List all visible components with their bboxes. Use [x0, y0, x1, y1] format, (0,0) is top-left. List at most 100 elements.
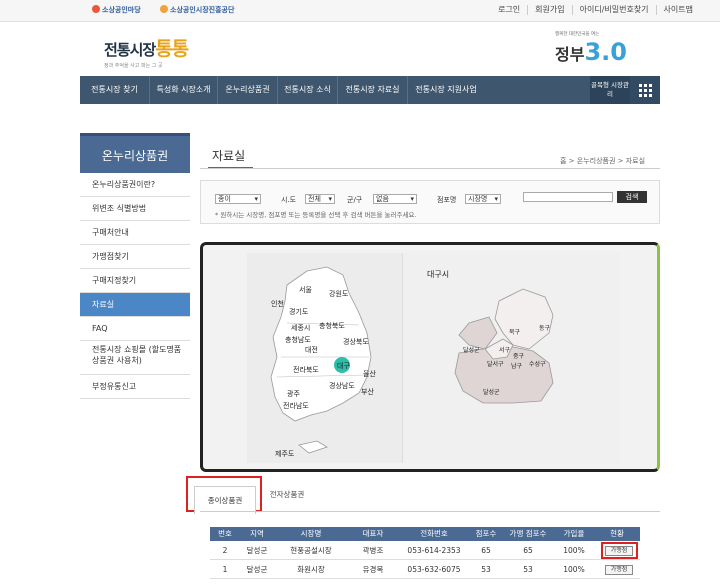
- col-no: 번호: [218, 529, 232, 538]
- cell-stores: 53: [481, 565, 491, 574]
- sidebar-item-archive[interactable]: 자료실: [80, 293, 190, 317]
- search-input[interactable]: [523, 192, 613, 202]
- map-label-chungnam[interactable]: 충청남도: [285, 335, 311, 345]
- sidebar-item-counterfeit[interactable]: 위변조 식별방법: [80, 197, 190, 221]
- all-menu-icon[interactable]: [630, 76, 660, 104]
- logo-title: 전통시장: [104, 41, 156, 59]
- store-label: 점포명: [437, 196, 457, 204]
- gov-title: 정부: [555, 45, 585, 64]
- sidebar-item-purchase[interactable]: 구매처안내: [80, 221, 190, 245]
- gov30-logo[interactable]: 행복한 대한민국을 여는 정부3.0: [555, 32, 635, 70]
- gungu-label: 군/구: [347, 196, 363, 204]
- map-label-jeonnam[interactable]: 전라남도: [283, 401, 309, 411]
- logo-title-accent: 통통: [155, 38, 189, 60]
- logo-tagline: 정과 추억을 사고 파는 그 곳: [104, 63, 163, 69]
- cell-member-stores: 53: [523, 565, 533, 574]
- site-logo[interactable]: 전통시장통통 정과 추억을 사고 파는 그 곳: [104, 34, 194, 70]
- highlight-box: [601, 542, 638, 559]
- daegu-label-bukgu[interactable]: 북구: [509, 327, 520, 336]
- page-title: 자료실: [208, 147, 254, 169]
- daegu-label-dalseong-north[interactable]: 달성군: [463, 345, 480, 354]
- col-stores: 점포수: [475, 529, 497, 538]
- main-nav: 전통시장 찾기 특성화 시장소개 온누리상품권 전통시장 소식 전통시장 자료실…: [80, 76, 660, 104]
- daegu-label-dalseong-south[interactable]: 달성군: [483, 387, 500, 396]
- sidebar-item-designated[interactable]: 구매지정찾기: [80, 269, 190, 293]
- col-member-stores: 가맹 점포수: [509, 529, 547, 538]
- cell-market: 화원시장: [297, 565, 325, 574]
- map-label-busan[interactable]: 부산: [361, 387, 374, 397]
- sidebar-item-shoppingmall[interactable]: 전통시장 쇼핑몰 (할도명품 상품권 사용처): [80, 341, 190, 375]
- tab-divider: [200, 511, 660, 512]
- sidebar-item-faq[interactable]: FAQ: [80, 317, 190, 341]
- map-label-ulsan[interactable]: 울산: [363, 369, 376, 379]
- map-label-chungbuk[interactable]: 충청북도: [319, 321, 345, 331]
- nav-onnuri[interactable]: 온누리상품권: [218, 76, 278, 104]
- semas-market-logo[interactable]: 소상공인마당: [92, 5, 141, 15]
- cell-rep: 유경목: [362, 565, 384, 574]
- find-account-link[interactable]: 아이디/비밀번호찾기: [571, 5, 656, 15]
- sidebar-title: 온누리상품권: [80, 133, 190, 173]
- nav-support[interactable]: 전통시장 지원사업: [408, 76, 484, 104]
- table-header: 번호 지역 시장명 대표자 전화번호 점포수 가맹 점포수 가입율 현황: [210, 527, 640, 541]
- col-rep: 대표자: [362, 529, 384, 538]
- search-note: * 원하시는 시장명, 점포명 또는 등록명을 선택 후 검색 버튼을 눌러주세…: [215, 211, 417, 219]
- map-label-jeonbuk[interactable]: 전라북도: [293, 365, 319, 375]
- col-phone: 전화번호: [420, 529, 448, 538]
- signup-link[interactable]: 회원가입: [527, 5, 571, 15]
- nav-alley-market[interactable]: 골목형 시장관리: [590, 76, 630, 104]
- sido-label: 시.도: [281, 196, 297, 204]
- sido-select[interactable]: 전체: [305, 194, 335, 204]
- daegu-label-seogu[interactable]: 서구: [499, 345, 510, 354]
- tab-electronic-voucher[interactable]: 전자상품권: [262, 484, 312, 512]
- map-label-incheon[interactable]: 인천: [271, 299, 284, 309]
- top-links: 로그인 회원가입 아이디/비밀번호찾기 사이트맵: [491, 5, 700, 15]
- map-label-gwangju[interactable]: 광주: [287, 389, 300, 399]
- sidebar-item-report[interactable]: 부정유통신고: [80, 375, 190, 399]
- korea-map-shape: [270, 266, 372, 454]
- map-label-gangwon[interactable]: 강원도: [329, 289, 348, 299]
- cell-rep: 곽병조: [362, 546, 384, 555]
- search-button[interactable]: 검색: [617, 191, 647, 203]
- nav-market-search[interactable]: 전통시장 찾기: [80, 76, 150, 104]
- map-label-sejong[interactable]: 세종시: [291, 323, 310, 333]
- sidebar-item-stores[interactable]: 가맹점찾기: [80, 245, 190, 269]
- daegu-label-namgu[interactable]: 남구: [511, 361, 522, 370]
- semas-agency-logo[interactable]: 소상공인시장진흥공단: [160, 5, 234, 15]
- daegu-label-dalseogu[interactable]: 달서구: [487, 359, 504, 368]
- gungu-select[interactable]: 없음: [373, 194, 417, 204]
- search-panel: 종이 시.도 전체 군/구 없음 점포명 시장명 검색 * 원하시는 시장명, …: [200, 180, 660, 224]
- nav-special-market[interactable]: 특성화 시장소개: [150, 76, 218, 104]
- sidebar-item-about[interactable]: 온누리상품권이란?: [80, 173, 190, 197]
- daegu-label-suseonggu[interactable]: 수성구: [529, 359, 546, 368]
- gov-version: 3.0: [584, 38, 627, 66]
- login-link[interactable]: 로그인: [491, 5, 527, 15]
- store-select[interactable]: 시장명: [465, 194, 501, 204]
- daegu-map[interactable]: 대구시 북구 동구 달성군 서구 중구 수성구 달서구 남구 달성군: [402, 253, 620, 463]
- daegu-label-donggu[interactable]: 동구: [539, 323, 550, 332]
- map-label-gyeongnam[interactable]: 경상남도: [329, 381, 355, 391]
- cell-no: 1: [222, 565, 228, 574]
- tab-paper-label: 종이상품권: [194, 486, 256, 514]
- sitemap-link[interactable]: 사이트맵: [655, 5, 700, 15]
- cell-market: 현풍공설시장: [290, 546, 332, 555]
- title-divider: [200, 168, 660, 169]
- cell-region: 달성군: [246, 546, 268, 555]
- map-label-daejeon[interactable]: 대전: [305, 345, 318, 355]
- nav-news[interactable]: 전통시장 소식: [278, 76, 338, 104]
- col-market: 시장명: [300, 529, 322, 538]
- voucher-type-select[interactable]: 종이: [215, 194, 261, 204]
- map-label-jeju[interactable]: 제주도: [275, 449, 294, 459]
- map-label-seoul[interactable]: 서울: [299, 285, 312, 295]
- region-map-panel: 서울 인천 경기도 강원도 세종시 충청북도 충청남도 대전 경상북도 전라북도…: [200, 242, 660, 472]
- map-label-daegu[interactable]: 대구: [337, 361, 350, 371]
- member-store-button[interactable]: 가맹점: [605, 565, 633, 575]
- daegu-map-title: 대구시: [427, 270, 450, 279]
- korea-map[interactable]: 서울 인천 경기도 강원도 세종시 충청북도 충청남도 대전 경상북도 전라북도…: [247, 253, 403, 463]
- map-label-gyeonggi[interactable]: 경기도: [289, 307, 308, 317]
- daegu-label-junggu[interactable]: 중구: [513, 351, 524, 360]
- col-rate: 가입율: [563, 529, 585, 538]
- cell-stores: 65: [481, 546, 491, 555]
- map-label-gyeongbuk[interactable]: 경상북도: [343, 337, 369, 347]
- nav-archive[interactable]: 전통시장 자료실: [338, 76, 408, 104]
- tab-paper-voucher[interactable]: 종이상품권: [186, 476, 262, 514]
